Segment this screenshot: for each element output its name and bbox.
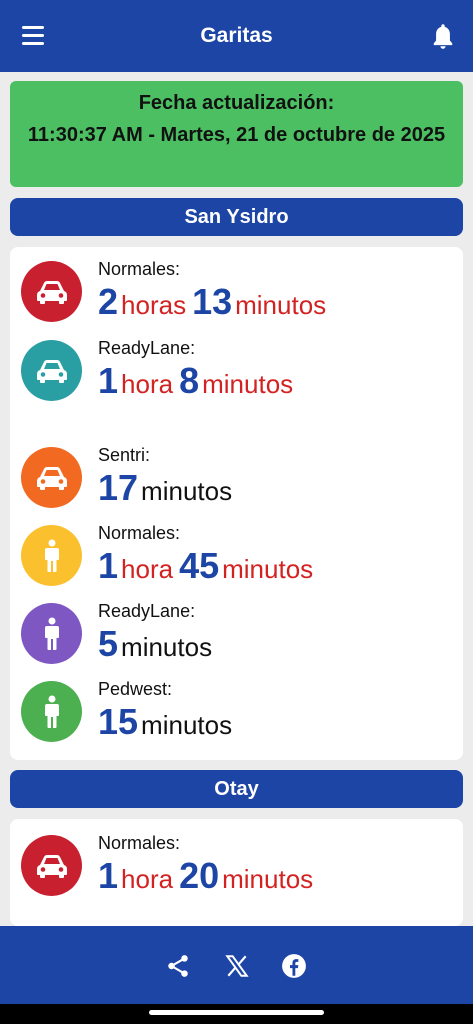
wait-time: 17 minutos [98,467,238,509]
minutes-value: 45 [179,545,220,586]
section-header-san-ysidro: San Ysidro [10,198,463,236]
bell-icon[interactable] [429,22,457,52]
row-label: Pedwest: [98,679,173,699]
minutes-value: 15 [98,701,139,742]
pedestrian-icon [21,603,82,664]
minutes-value: 13 [192,281,233,322]
wait-time: 1 hora 45 minutos [98,545,319,587]
minutes-value: 8 [179,360,200,401]
wait-time: 1 hora 8 minutos [98,360,299,402]
wait-time: 2 horas 13 minutos [98,281,332,323]
row-label: Sentri: [98,445,151,465]
app-title: Garitas [200,24,273,47]
section-header-otay: Otay [10,770,463,808]
hours-value: 1 [98,855,119,896]
home-indicator[interactable] [149,1010,324,1015]
wait-row-normales-vehicular: Normales: 1 hora 20 minutos [20,833,460,903]
san-ysidro-card: Normales: 2 horas 13 minutos ReadyLane: 1 ho… [10,247,463,760]
car-icon [21,340,82,401]
otay-card: Normales: 1 hora 20 minutos [10,819,463,926]
wait-row-readylane-peatonal: ReadyLane: 5 minutos [20,601,460,671]
wait-row-sentri: Sentri: 17 minutos [20,445,460,515]
hours-value: 1 [98,360,119,401]
update-info-box: Fecha actualización: 11:30:37 AM - Marte… [10,81,463,187]
hours-value: 2 [98,281,119,322]
hours-unit: hora [121,369,174,399]
update-timestamp: 11:30:37 AM - Martes, 21 de octubre de 2… [27,124,446,146]
wait-time: 15 minutos [98,701,238,743]
car-icon [21,261,82,322]
row-label: Normales: [98,833,181,853]
pedestrian-icon [21,681,82,742]
minutes-value: 17 [98,467,139,508]
wait-time: 1 hora 20 minutos [98,855,319,897]
row-label: ReadyLane: [98,338,196,358]
row-label: Normales: [98,523,181,543]
minutes-value: 20 [179,855,220,896]
update-title: Fecha actualización: [138,92,335,114]
share-icon[interactable] [165,953,191,979]
top-app-bar: Garitas [0,0,473,72]
minutes-unit: minutos [235,290,327,320]
wait-row-pedwest: Pedwest: 15 minutos [20,679,460,749]
wait-row-normales-peatonal: Normales: 1 hora 45 minutos [20,523,460,593]
wait-time: 5 minutos [98,623,218,665]
x-logo-icon[interactable] [224,953,250,979]
hours-unit: horas [121,290,187,320]
facebook-icon[interactable] [281,953,307,979]
wait-row-normales-vehicular: Normales: 2 horas 13 minutos [20,259,460,329]
row-label: ReadyLane: [98,601,196,621]
hours-value: 1 [98,545,119,586]
minutes-value: 5 [98,623,119,664]
hours-unit: hora [121,554,174,584]
pedestrian-icon [21,525,82,586]
minutes-unit: minutos [222,554,314,584]
car-icon [21,447,82,508]
row-label: Normales: [98,259,181,279]
minutes-unit: minutos [222,864,314,894]
minutes-unit: minutos [141,476,233,506]
minutes-unit: minutos [121,632,213,662]
minutes-unit: minutos [202,369,294,399]
car-icon [21,835,82,896]
minutes-unit: minutos [141,710,233,740]
wait-row-readylane-vehicular: ReadyLane: 1 hora 8 minutos [20,338,460,408]
hours-unit: hora [121,864,174,894]
